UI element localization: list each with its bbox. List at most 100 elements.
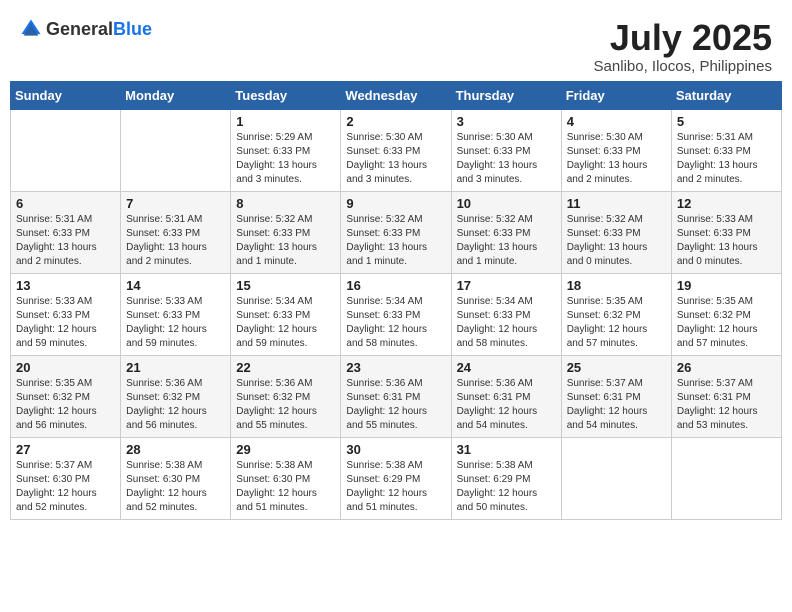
calendar-cell: 15 Sunrise: 5:34 AM Sunset: 6:33 PM Dayli… [231, 273, 341, 355]
day-number: 22 [236, 360, 335, 375]
calendar-cell [121, 109, 231, 191]
day-detail: Sunrise: 5:33 AM Sunset: 6:33 PM Dayligh… [16, 295, 115, 351]
day-number: 8 [236, 196, 335, 211]
day-number: 25 [567, 360, 666, 375]
day-number: 18 [567, 278, 666, 293]
calendar-week-3: 13 Sunrise: 5:33 AM Sunset: 6:33 PM Dayli… [11, 273, 782, 355]
day-detail: Sunrise: 5:31 AM Sunset: 6:33 PM Dayligh… [677, 131, 776, 187]
day-number: 27 [16, 442, 115, 457]
day-detail: Sunrise: 5:30 AM Sunset: 6:33 PM Dayligh… [346, 131, 445, 187]
day-number: 10 [457, 196, 556, 211]
day-number: 28 [126, 442, 225, 457]
day-number: 17 [457, 278, 556, 293]
day-detail: Sunrise: 5:33 AM Sunset: 6:33 PM Dayligh… [126, 295, 225, 351]
day-number: 11 [567, 196, 666, 211]
day-number: 7 [126, 196, 225, 211]
day-detail: Sunrise: 5:36 AM Sunset: 6:31 PM Dayligh… [457, 377, 556, 433]
day-detail: Sunrise: 5:35 AM Sunset: 6:32 PM Dayligh… [567, 295, 666, 351]
calendar-cell: 21 Sunrise: 5:36 AM Sunset: 6:32 PM Dayli… [121, 355, 231, 437]
day-detail: Sunrise: 5:34 AM Sunset: 6:33 PM Dayligh… [236, 295, 335, 351]
calendar-cell [561, 437, 671, 519]
day-number: 9 [346, 196, 445, 211]
calendar-cell: 11 Sunrise: 5:32 AM Sunset: 6:33 PM Dayli… [561, 191, 671, 273]
day-detail: Sunrise: 5:29 AM Sunset: 6:33 PM Dayligh… [236, 131, 335, 187]
day-number: 6 [16, 196, 115, 211]
day-number: 24 [457, 360, 556, 375]
calendar-cell: 29 Sunrise: 5:38 AM Sunset: 6:30 PM Dayli… [231, 437, 341, 519]
day-detail: Sunrise: 5:32 AM Sunset: 6:33 PM Dayligh… [346, 213, 445, 269]
day-number: 29 [236, 442, 335, 457]
title-block: July 2025 Sanlibo, Ilocos, Philippines [594, 18, 772, 75]
day-detail: Sunrise: 5:38 AM Sunset: 6:29 PM Dayligh… [346, 459, 445, 515]
day-detail: Sunrise: 5:34 AM Sunset: 6:33 PM Dayligh… [346, 295, 445, 351]
calendar-cell: 16 Sunrise: 5:34 AM Sunset: 6:33 PM Dayli… [341, 273, 451, 355]
day-detail: Sunrise: 5:31 AM Sunset: 6:33 PM Dayligh… [16, 213, 115, 269]
day-detail: Sunrise: 5:32 AM Sunset: 6:33 PM Dayligh… [457, 213, 556, 269]
location-subtitle: Sanlibo, Ilocos, Philippines [594, 58, 772, 75]
column-header-wednesday: Wednesday [341, 81, 451, 109]
calendar-cell: 30 Sunrise: 5:38 AM Sunset: 6:29 PM Dayli… [341, 437, 451, 519]
calendar-cell: 27 Sunrise: 5:37 AM Sunset: 6:30 PM Dayli… [11, 437, 121, 519]
day-number: 20 [16, 360, 115, 375]
day-detail: Sunrise: 5:33 AM Sunset: 6:33 PM Dayligh… [677, 213, 776, 269]
calendar-cell: 10 Sunrise: 5:32 AM Sunset: 6:33 PM Dayli… [451, 191, 561, 273]
day-detail: Sunrise: 5:36 AM Sunset: 6:32 PM Dayligh… [236, 377, 335, 433]
calendar-cell: 1Sunrise: 5:29 AM Sunset: 6:33 PM Daylig… [231, 109, 341, 191]
day-number: 13 [16, 278, 115, 293]
calendar-week-1: 1Sunrise: 5:29 AM Sunset: 6:33 PM Daylig… [11, 109, 782, 191]
day-detail: Sunrise: 5:35 AM Sunset: 6:32 PM Dayligh… [16, 377, 115, 433]
day-detail: Sunrise: 5:32 AM Sunset: 6:33 PM Dayligh… [567, 213, 666, 269]
day-number: 30 [346, 442, 445, 457]
day-detail: Sunrise: 5:31 AM Sunset: 6:33 PM Dayligh… [126, 213, 225, 269]
day-number: 19 [677, 278, 776, 293]
calendar-cell: 4 Sunrise: 5:30 AM Sunset: 6:33 PM Daylig… [561, 109, 671, 191]
day-detail: Sunrise: 5:37 AM Sunset: 6:31 PM Dayligh… [567, 377, 666, 433]
calendar-table: SundayMondayTuesdayWednesdayThursdayFrid… [10, 81, 782, 520]
day-number: 21 [126, 360, 225, 375]
calendar-cell: 18 Sunrise: 5:35 AM Sunset: 6:32 PM Dayli… [561, 273, 671, 355]
calendar-cell: 31 Sunrise: 5:38 AM Sunset: 6:29 PM Dayli… [451, 437, 561, 519]
day-detail: Sunrise: 5:35 AM Sunset: 6:32 PM Dayligh… [677, 295, 776, 351]
calendar-cell: 17 Sunrise: 5:34 AM Sunset: 6:33 PM Dayli… [451, 273, 561, 355]
day-detail: Sunrise: 5:37 AM Sunset: 6:30 PM Dayligh… [16, 459, 115, 515]
calendar-cell: 8Sunrise: 5:32 AM Sunset: 6:33 PM Daylig… [231, 191, 341, 273]
day-detail: Sunrise: 5:30 AM Sunset: 6:33 PM Dayligh… [567, 131, 666, 187]
day-detail: Sunrise: 5:37 AM Sunset: 6:31 PM Dayligh… [677, 377, 776, 433]
calendar-cell: 19 Sunrise: 5:35 AM Sunset: 6:32 PM Dayli… [671, 273, 781, 355]
calendar-cell: 23 Sunrise: 5:36 AM Sunset: 6:31 PM Dayli… [341, 355, 451, 437]
day-number: 26 [677, 360, 776, 375]
day-number: 12 [677, 196, 776, 211]
column-header-thursday: Thursday [451, 81, 561, 109]
logo-general-text: GeneralBlue [46, 19, 152, 40]
day-detail: Sunrise: 5:30 AM Sunset: 6:33 PM Dayligh… [457, 131, 556, 187]
column-header-tuesday: Tuesday [231, 81, 341, 109]
calendar-cell: 7 Sunrise: 5:31 AM Sunset: 6:33 PM Daylig… [121, 191, 231, 273]
day-number: 31 [457, 442, 556, 457]
day-number: 15 [236, 278, 335, 293]
calendar-cell: 13 Sunrise: 5:33 AM Sunset: 6:33 PM Dayli… [11, 273, 121, 355]
calendar-cell: 2Sunrise: 5:30 AM Sunset: 6:33 PM Daylig… [341, 109, 451, 191]
day-number: 14 [126, 278, 225, 293]
calendar-cell: 28 Sunrise: 5:38 AM Sunset: 6:30 PM Dayli… [121, 437, 231, 519]
day-detail: Sunrise: 5:36 AM Sunset: 6:32 PM Dayligh… [126, 377, 225, 433]
day-number: 4 [567, 114, 666, 129]
calendar-week-2: 6 Sunrise: 5:31 AM Sunset: 6:33 PM Daylig… [11, 191, 782, 273]
day-detail: Sunrise: 5:34 AM Sunset: 6:33 PM Dayligh… [457, 295, 556, 351]
day-detail: Sunrise: 5:38 AM Sunset: 6:30 PM Dayligh… [126, 459, 225, 515]
calendar-week-4: 20 Sunrise: 5:35 AM Sunset: 6:32 PM Dayli… [11, 355, 782, 437]
calendar-cell [11, 109, 121, 191]
calendar-cell: 26 Sunrise: 5:37 AM Sunset: 6:31 PM Dayli… [671, 355, 781, 437]
day-detail: Sunrise: 5:38 AM Sunset: 6:29 PM Dayligh… [457, 459, 556, 515]
day-number: 16 [346, 278, 445, 293]
calendar-cell [671, 437, 781, 519]
calendar-header-row: SundayMondayTuesdayWednesdayThursdayFrid… [11, 81, 782, 109]
column-header-saturday: Saturday [671, 81, 781, 109]
day-number: 3 [457, 114, 556, 129]
calendar-cell: 22 Sunrise: 5:36 AM Sunset: 6:32 PM Dayli… [231, 355, 341, 437]
calendar-cell: 12 Sunrise: 5:33 AM Sunset: 6:33 PM Dayli… [671, 191, 781, 273]
calendar-cell: 3 Sunrise: 5:30 AM Sunset: 6:33 PM Daylig… [451, 109, 561, 191]
day-detail: Sunrise: 5:38 AM Sunset: 6:30 PM Dayligh… [236, 459, 335, 515]
day-detail: Sunrise: 5:36 AM Sunset: 6:31 PM Dayligh… [346, 377, 445, 433]
day-number: 23 [346, 360, 445, 375]
logo-icon [20, 18, 42, 40]
